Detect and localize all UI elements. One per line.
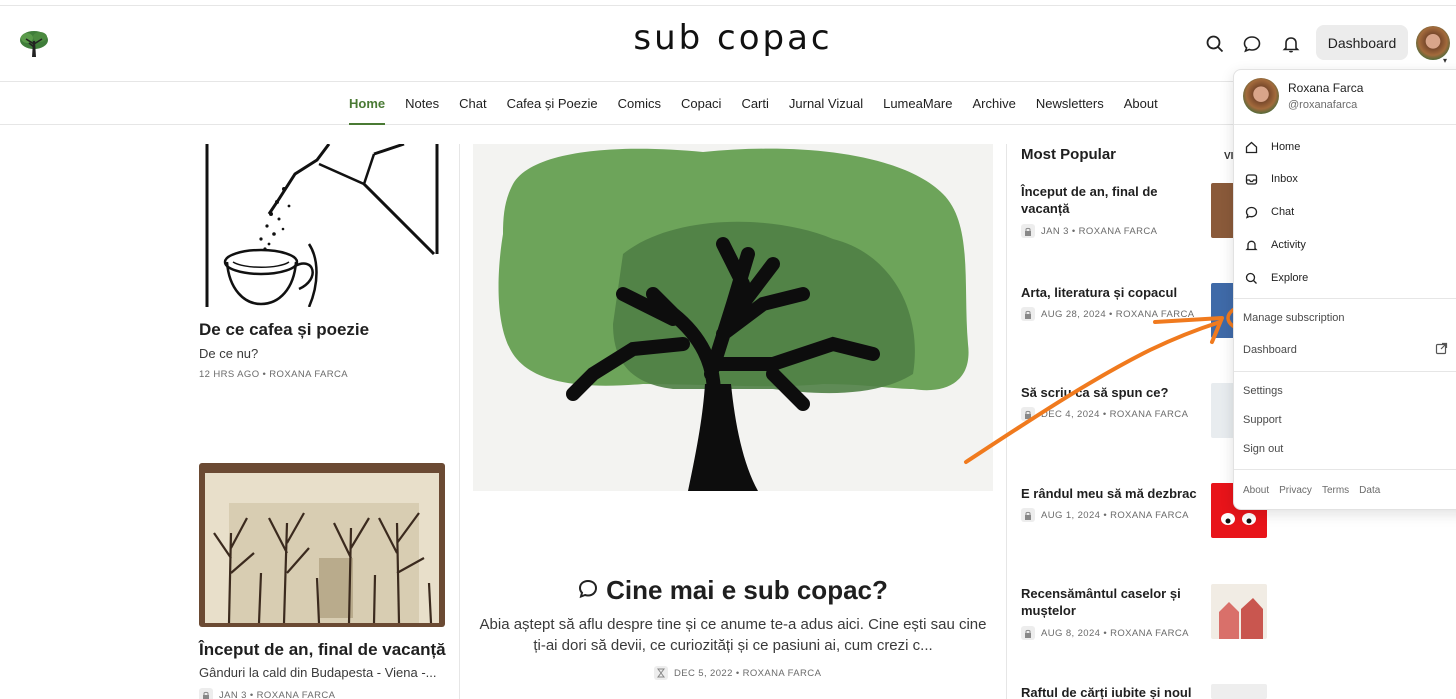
chat-bubble-icon xyxy=(578,575,598,606)
nav-item-jurnal-vizual[interactable]: Jurnal Vizual xyxy=(789,83,863,125)
popular-post-title[interactable]: Să scriu ca să spun ce? xyxy=(1021,384,1201,401)
post-subtitle: De ce nu? xyxy=(199,346,259,361)
menu-item-chat[interactable]: Chat xyxy=(1243,204,1294,220)
lock-icon xyxy=(1021,508,1035,522)
footer-data-link[interactable]: Data xyxy=(1359,485,1380,496)
search-icon xyxy=(1243,270,1259,286)
bell-icon[interactable] xyxy=(1280,33,1302,55)
footer-privacy-link[interactable]: Privacy xyxy=(1279,485,1312,496)
manage-subscription-link[interactable]: Manage subscription xyxy=(1243,312,1345,324)
post-meta: AUG 8, 2024 • ROXANA FARCA xyxy=(1021,626,1189,640)
site-logo[interactable] xyxy=(16,27,52,61)
hourglass-icon xyxy=(654,666,668,680)
post-subtitle: Gânduri la cald din Budapesta - Viena -.… xyxy=(199,665,437,680)
chevron-down-icon[interactable]: ▾ xyxy=(1443,56,1447,65)
nav-item-carti[interactable]: Carti xyxy=(741,83,768,125)
menu-footer-links: About Privacy Terms Data xyxy=(1243,485,1380,496)
post-meta: 12 HRS AGO • ROXANA FARCA xyxy=(199,369,349,380)
site-title[interactable]: sub copac xyxy=(628,18,838,58)
column-divider xyxy=(1006,144,1007,699)
popular-post-title[interactable]: Recensământul caselor și muștelor xyxy=(1021,585,1201,619)
popular-post-title[interactable]: Arta, literatura și copacul xyxy=(1021,284,1201,301)
chat-bubble-icon xyxy=(1243,204,1259,220)
lock-icon xyxy=(1021,407,1035,421)
post-meta: DEC 5, 2022 • ROXANA FARCA xyxy=(654,666,821,680)
menu-divider xyxy=(1234,124,1456,125)
menu-item-home[interactable]: Home xyxy=(1243,139,1300,155)
popular-post-thumbnail[interactable] xyxy=(1211,584,1267,639)
post-meta: JAN 3 • ROXANA FARCA xyxy=(1021,224,1157,238)
nav-item-comics[interactable]: Comics xyxy=(618,83,661,125)
user-dropdown-menu: Roxana Farca @roxanafarca Home Inbox Cha… xyxy=(1233,69,1456,510)
lock-icon xyxy=(1021,307,1035,321)
menu-user-name[interactable]: Roxana Farca xyxy=(1288,81,1363,95)
footer-about-link[interactable]: About xyxy=(1243,485,1269,496)
nav-item-home[interactable]: Home xyxy=(349,83,386,125)
search-icon[interactable] xyxy=(1204,33,1226,55)
post-meta: DEC 4, 2024 • ROXANA FARCA xyxy=(1021,407,1188,421)
menu-divider xyxy=(1234,469,1456,470)
nav-item-copaci[interactable]: Copaci xyxy=(681,83,721,125)
nav-item-about[interactable]: About xyxy=(1124,83,1158,125)
dashboard-button[interactable]: Dashboard xyxy=(1316,25,1408,60)
menu-settings-link[interactable]: Settings xyxy=(1243,385,1283,397)
popular-post-title[interactable]: E rândul meu să mă dezbrac xyxy=(1021,485,1201,502)
menu-item-inbox[interactable]: Inbox xyxy=(1243,171,1298,187)
user-avatar[interactable] xyxy=(1416,26,1450,60)
post-meta: AUG 28, 2024 • ROXANA FARCA xyxy=(1021,307,1195,321)
nav-item-notes[interactable]: Notes xyxy=(405,83,439,125)
inbox-icon xyxy=(1243,171,1259,187)
menu-item-explore[interactable]: Explore xyxy=(1243,270,1308,286)
menu-divider xyxy=(1234,298,1456,299)
post-image-coffee-drawing[interactable] xyxy=(199,144,445,307)
nav-item-chat[interactable]: Chat xyxy=(459,83,486,125)
most-popular-heading: Most Popular xyxy=(1021,146,1117,163)
post-meta: AUG 1, 2024 • ROXANA FARCA xyxy=(1021,508,1189,522)
chat-bubble-icon[interactable] xyxy=(1241,33,1263,55)
post-meta: JAN 3 • ROXANA FARCA xyxy=(199,688,335,699)
column-divider xyxy=(459,144,460,699)
post-title[interactable]: Început de an, final de vacanță xyxy=(199,640,446,660)
external-link-icon xyxy=(1435,342,1448,360)
post-title[interactable]: De ce cafea și poezie xyxy=(199,320,369,340)
popular-post-title[interactable]: Raftul de cărți iubite și noul xyxy=(1021,684,1201,699)
featured-image-tree[interactable] xyxy=(473,144,993,491)
menu-item-activity[interactable]: Activity xyxy=(1243,237,1306,253)
menu-user-handle: @roxanafarca xyxy=(1288,99,1358,111)
sign-out-link[interactable]: Sign out xyxy=(1243,443,1283,455)
featured-excerpt: Abia aștept să aflu despre tine și ce an… xyxy=(479,616,987,654)
nav-item-newsletters[interactable]: Newsletters xyxy=(1036,83,1104,125)
menu-support-link[interactable]: Support xyxy=(1243,414,1282,426)
menu-divider xyxy=(1234,371,1456,372)
lock-icon xyxy=(1021,224,1035,238)
post-image-trees-painting[interactable] xyxy=(199,463,445,627)
footer-terms-link[interactable]: Terms xyxy=(1322,485,1349,496)
popular-post-thumbnail[interactable] xyxy=(1211,684,1267,699)
menu-dashboard-link[interactable]: Dashboard xyxy=(1243,344,1297,356)
lock-icon xyxy=(1021,626,1035,640)
bell-icon xyxy=(1243,237,1259,253)
user-avatar xyxy=(1243,78,1279,114)
nav-item-archive[interactable]: Archive xyxy=(972,83,1015,125)
featured-headline[interactable]: Cine mai e sub copac? xyxy=(473,575,993,606)
nav-item-cafea-si-poezie[interactable]: Cafea și Poezie xyxy=(507,83,598,125)
popular-post-title[interactable]: Început de an, final de vacanță xyxy=(1021,183,1201,217)
lock-icon xyxy=(199,688,213,699)
nav-item-lumeamare[interactable]: LumeaMare xyxy=(883,83,952,125)
home-icon xyxy=(1243,139,1259,155)
